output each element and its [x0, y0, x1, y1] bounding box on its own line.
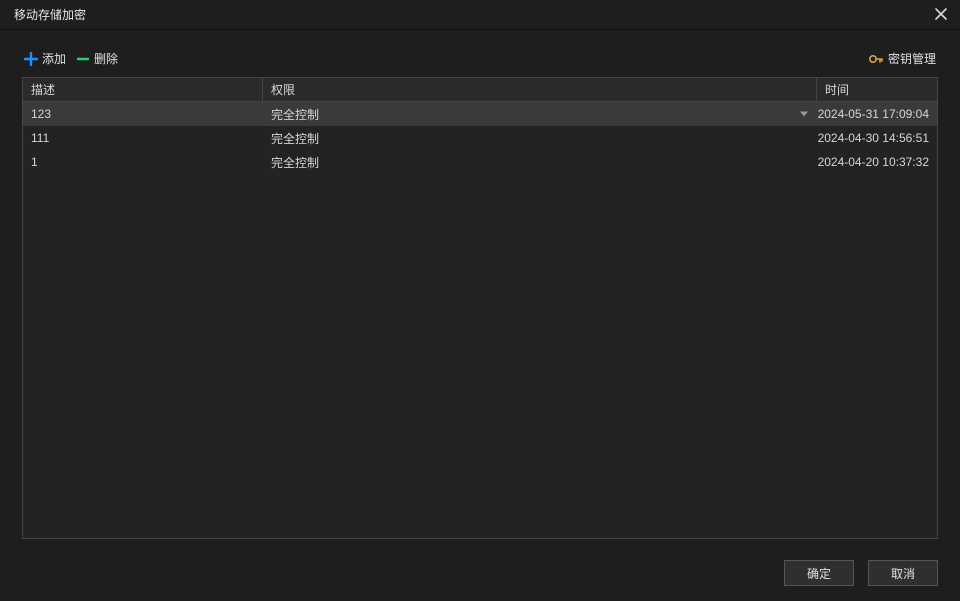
key-icon	[868, 51, 884, 67]
table-body: 123 完全控制 2024-05-31 17:09:04 111 完全控制 2024-04…	[23, 102, 937, 538]
table-header: 描述 权限 时间	[23, 78, 937, 102]
ok-label: 确定	[807, 565, 831, 582]
delete-label: 删除	[94, 50, 118, 67]
toolbar: 添加 删除 密钥管理	[22, 50, 938, 67]
cell-perm: 完全控制	[263, 150, 817, 174]
cell-time: 2024-04-20 10:37:32	[817, 150, 937, 174]
title-bar: 移动存储加密	[0, 0, 960, 30]
table-row[interactable]: 1 完全控制 2024-04-20 10:37:32	[23, 150, 937, 174]
cell-desc: 111	[23, 126, 263, 150]
plus-icon	[24, 52, 38, 66]
content-area: 添加 删除 密钥管理 描述 权	[0, 30, 960, 553]
cell-desc: 1	[23, 150, 263, 174]
cell-perm-label: 完全控制	[271, 130, 319, 147]
cell-desc: 123	[23, 102, 263, 126]
chevron-down-icon[interactable]	[800, 112, 808, 117]
window-title: 移动存储加密	[14, 6, 86, 23]
cell-perm: 完全控制	[263, 126, 817, 150]
ok-button[interactable]: 确定	[784, 560, 854, 586]
toolbar-left: 添加 删除	[24, 50, 118, 67]
cancel-label: 取消	[891, 565, 915, 582]
header-perm[interactable]: 权限	[263, 78, 817, 102]
cancel-button[interactable]: 取消	[868, 560, 938, 586]
cell-perm[interactable]: 完全控制	[263, 102, 817, 126]
key-management-label: 密钥管理	[888, 50, 936, 67]
header-desc[interactable]: 描述	[23, 78, 263, 102]
key-management-button[interactable]: 密钥管理	[868, 50, 936, 67]
add-button[interactable]: 添加	[24, 50, 66, 67]
cell-perm-label: 完全控制	[271, 106, 319, 123]
table-row[interactable]: 123 完全控制 2024-05-31 17:09:04	[23, 102, 937, 126]
delete-button[interactable]: 删除	[76, 50, 118, 67]
cell-time: 2024-04-30 14:56:51	[817, 126, 937, 150]
minus-icon	[76, 52, 90, 66]
cell-perm-label: 完全控制	[271, 154, 319, 171]
table: 描述 权限 时间 123 完全控制 2024-05-31 17:09:04 111 完全…	[22, 77, 938, 539]
cell-time: 2024-05-31 17:09:04	[817, 102, 937, 126]
header-time[interactable]: 时间	[817, 78, 937, 102]
close-icon[interactable]	[934, 7, 950, 23]
footer: 确定 取消	[0, 553, 960, 601]
table-row[interactable]: 111 完全控制 2024-04-30 14:56:51	[23, 126, 937, 150]
add-label: 添加	[42, 50, 66, 67]
toolbar-right: 密钥管理	[868, 50, 936, 67]
